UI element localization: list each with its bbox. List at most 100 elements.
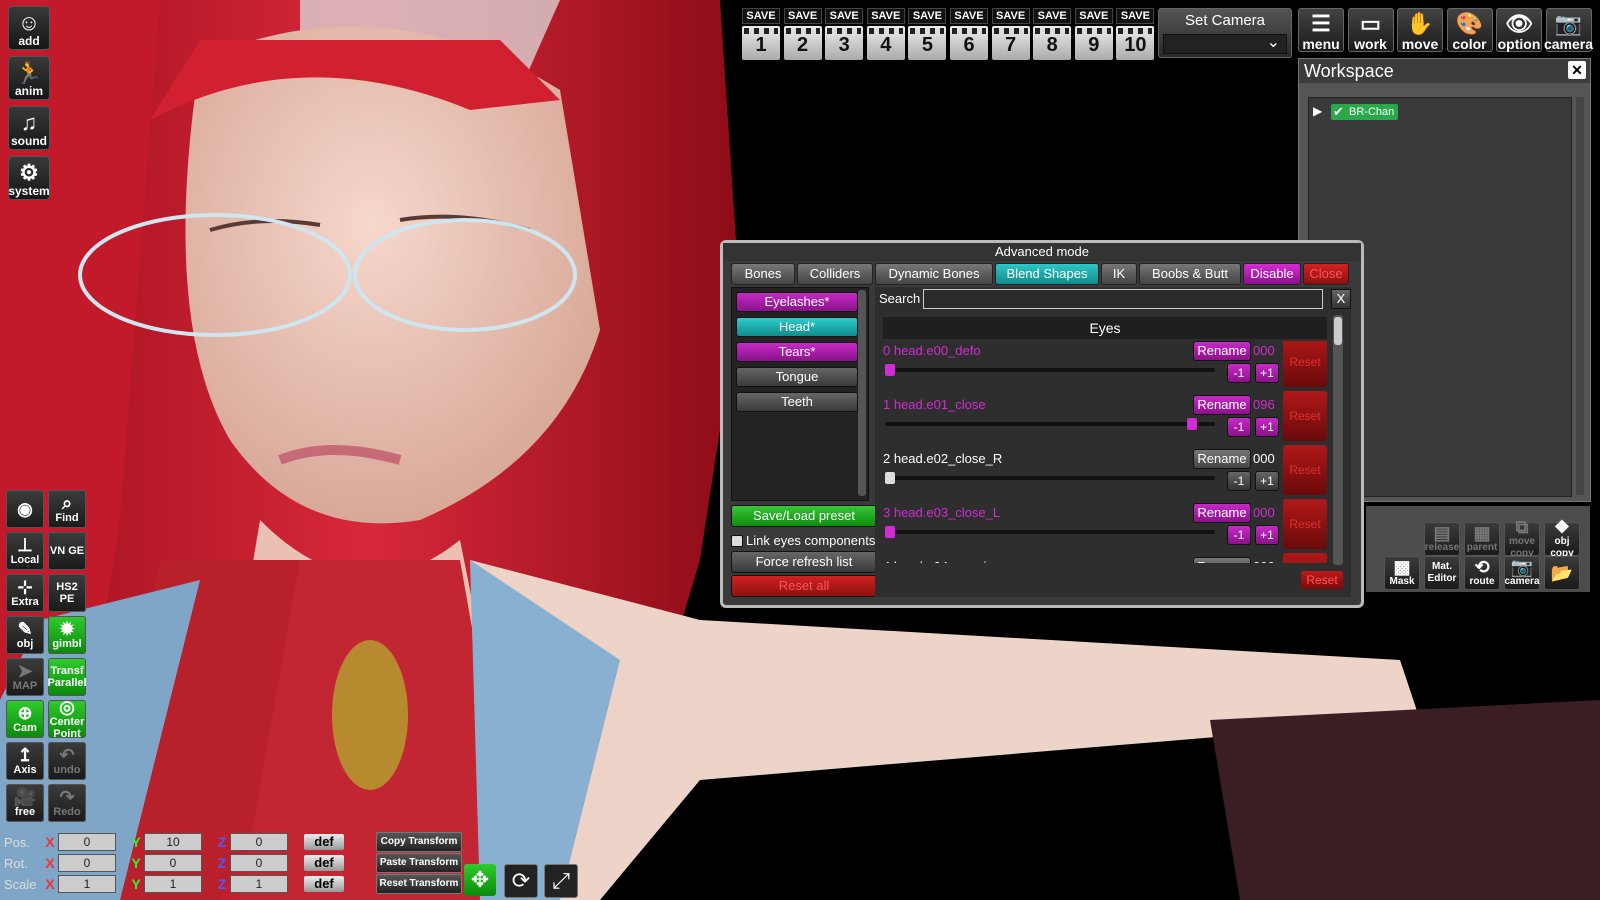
- set-camera-select[interactable]: ⌄: [1163, 34, 1287, 54]
- work-button[interactable]: ▭ work: [1347, 8, 1394, 52]
- tab-blend-shapes[interactable]: Blend Shapes: [995, 263, 1099, 285]
- paste-transform-button[interactable]: Paste Transform: [376, 853, 462, 873]
- rot-x-field[interactable]: 0: [58, 854, 116, 872]
- save-slot-6[interactable]: SAVE 6: [950, 8, 988, 60]
- increment-button[interactable]: +1: [1255, 363, 1279, 383]
- blend-shape-slider[interactable]: [885, 418, 1215, 430]
- tool-local-button[interactable]: ⊥ Local: [6, 532, 44, 570]
- workspace-tool-move-copy[interactable]: ⧉ move copy: [1504, 518, 1540, 559]
- category-teeth[interactable]: Teeth: [736, 392, 858, 412]
- search-input[interactable]: [923, 289, 1323, 309]
- save-slot-2[interactable]: SAVE 2: [783, 8, 822, 60]
- toolbar-sound-button[interactable]: ♫ sound: [8, 106, 50, 150]
- workspace-tool-release[interactable]: ▤ release: [1424, 522, 1460, 556]
- save-slot-8[interactable]: SAVE 8: [1033, 8, 1072, 60]
- tool-map-button[interactable]: ➤ MAP: [6, 658, 44, 696]
- tab-disable[interactable]: Disable: [1243, 263, 1301, 285]
- scale-gizmo-icon[interactable]: ⤢: [544, 864, 578, 898]
- reset-button[interactable]: Reset: [1283, 391, 1327, 441]
- rotate-gizmo-icon[interactable]: ⟳: [504, 864, 538, 898]
- tab-bones[interactable]: Bones: [731, 263, 795, 285]
- reset-all-button[interactable]: Reset all: [731, 575, 877, 597]
- workspace-tool-mat-editor[interactable]: Mat. Editor: [1424, 556, 1460, 590]
- tool-undo-button[interactable]: ↶ undo: [48, 742, 86, 780]
- tab-dynamic-bones[interactable]: Dynamic Bones: [875, 263, 993, 285]
- link-eyes-checkbox-row[interactable]: Link eyes components: [731, 533, 875, 548]
- def-button[interactable]: def: [304, 834, 344, 850]
- reset-button[interactable]: Reset: [1283, 499, 1327, 549]
- category-tongue[interactable]: Tongue: [736, 367, 858, 387]
- increment-button[interactable]: +1: [1255, 525, 1279, 545]
- tool-gimbl-button[interactable]: ✹ gimbl: [48, 616, 86, 654]
- reset-button[interactable]: Reset: [1283, 445, 1327, 495]
- decrement-button[interactable]: -1: [1227, 417, 1251, 437]
- rename-button[interactable]: Rename: [1193, 503, 1251, 523]
- rename-button[interactable]: Rename: [1193, 341, 1251, 361]
- rename-button[interactable]: Rename: [1193, 449, 1251, 469]
- move-button[interactable]: ✋ move: [1397, 8, 1443, 52]
- tool-free-button[interactable]: 🎥 free: [6, 784, 44, 822]
- link-eyes-checkbox[interactable]: [731, 534, 743, 547]
- increment-button[interactable]: +1: [1255, 417, 1279, 437]
- tab-close[interactable]: Close: [1303, 263, 1349, 285]
- save-slot-10[interactable]: SAVE 10: [1116, 8, 1155, 60]
- decrement-button[interactable]: -1: [1227, 525, 1251, 545]
- checkmark-icon[interactable]: ✔: [1333, 104, 1344, 120]
- workspace-tool-route[interactable]: ⟲ route: [1464, 556, 1500, 590]
- scale-z-field[interactable]: 1: [230, 875, 288, 893]
- blend-shape-slider[interactable]: [885, 526, 1215, 538]
- force-refresh-button[interactable]: Force refresh list: [731, 551, 877, 573]
- workspace-tool-camera[interactable]: 📷 camera: [1504, 556, 1540, 590]
- save-slot-3[interactable]: SAVE 3: [825, 8, 864, 60]
- expand-triangle-icon[interactable]: ▶: [1313, 104, 1322, 118]
- decrement-button[interactable]: -1: [1227, 471, 1251, 491]
- tool-find-button[interactable]: ⌕ Find: [48, 490, 86, 528]
- rot-y-field[interactable]: 0: [144, 854, 202, 872]
- blend-shape-slider[interactable]: [885, 364, 1215, 376]
- workspace-scrollbar[interactable]: [1576, 97, 1584, 495]
- reset-transform-button[interactable]: Reset Transform: [376, 874, 462, 894]
- workspace-node[interactable]: ✔ BR-Chan: [1331, 104, 1399, 120]
- scale-x-field[interactable]: 1: [58, 875, 116, 893]
- save-slot-1[interactable]: SAVE 1: [742, 8, 780, 60]
- color-button[interactable]: 🎨 color: [1446, 8, 1493, 52]
- search-clear-button[interactable]: X: [1331, 289, 1351, 309]
- tool-axis-button[interactable]: ↥ Axis: [6, 742, 44, 780]
- category-scrollbar[interactable]: [858, 290, 866, 496]
- tool-vn-ge-button[interactable]: VN GE: [48, 532, 86, 570]
- tab-colliders[interactable]: Colliders: [797, 263, 873, 285]
- set-camera-dropdown[interactable]: Set Camera ⌄: [1158, 8, 1292, 58]
- pos-x-field[interactable]: 0: [58, 833, 116, 851]
- blend-shape-slider[interactable]: [885, 472, 1215, 484]
- rename-button[interactable]: Rename: [1193, 557, 1251, 563]
- save-slot-5[interactable]: SAVE 5: [908, 8, 947, 60]
- toolbar-add-button[interactable]: ☺ add: [8, 6, 50, 50]
- menu-button[interactable]: ☰ menu: [1298, 8, 1344, 52]
- tab-boobs-butt[interactable]: Boobs & Butt: [1139, 263, 1241, 285]
- move-gizmo-icon[interactable]: ✥: [464, 864, 496, 896]
- slider-handle[interactable]: [1187, 418, 1198, 430]
- reset-section-button[interactable]: Reset: [1301, 571, 1343, 589]
- pos-y-field[interactable]: 10: [144, 833, 202, 851]
- reset-button[interactable]: Reset: [1283, 341, 1327, 387]
- rename-button[interactable]: Rename: [1193, 395, 1251, 415]
- workspace-tool-folder[interactable]: 📂: [1544, 556, 1580, 590]
- save-slot-7[interactable]: SAVE 7: [991, 8, 1030, 60]
- workspace-tool-mask[interactable]: ▩ Mask: [1384, 556, 1420, 590]
- option-button[interactable]: 👁 option: [1496, 8, 1542, 52]
- tool-center-point-button[interactable]: ◎ Center Point: [48, 698, 86, 740]
- tool-capture-button[interactable]: ◉: [6, 490, 44, 528]
- def-button[interactable]: def: [304, 855, 344, 871]
- save-slot-9[interactable]: SAVE 9: [1074, 8, 1113, 60]
- workspace-tool-parent[interactable]: ▦ parent: [1464, 522, 1500, 556]
- slider-handle[interactable]: [885, 364, 895, 376]
- increment-button[interactable]: +1: [1255, 471, 1279, 491]
- tool-redo-button[interactable]: ↷ Redo: [48, 784, 86, 822]
- toolbar-anim-button[interactable]: 🏃 anim: [8, 56, 50, 100]
- decrement-button[interactable]: -1: [1227, 363, 1251, 383]
- tool-obj-button[interactable]: ✎ obj: [6, 616, 44, 654]
- tool-hs2-pe-button[interactable]: HS2 PE: [48, 574, 86, 612]
- tool-cam-button[interactable]: ⊕ Cam: [6, 700, 44, 738]
- scale-y-field[interactable]: 1: [144, 875, 202, 893]
- toolbar-system-button[interactable]: ⚙ system: [8, 156, 50, 200]
